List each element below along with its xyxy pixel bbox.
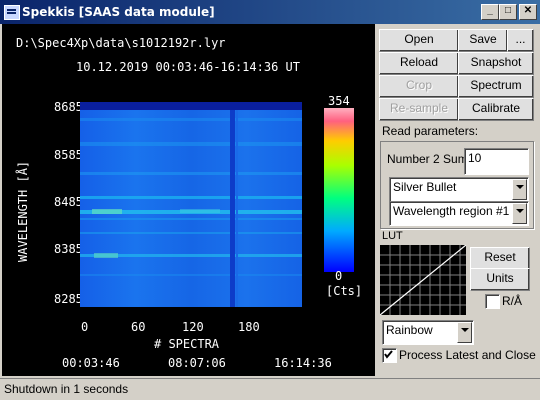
process-latest-label: Process Latest and Close <box>399 348 536 362</box>
calibrate-button[interactable]: Calibrate <box>458 98 534 121</box>
spectrogram-image[interactable] <box>80 102 302 307</box>
save-options-button[interactable]: ... <box>507 29 534 52</box>
colormap-select[interactable]: Rainbow <box>382 320 474 345</box>
spectrum-button[interactable]: Spectrum <box>458 75 534 98</box>
close-button[interactable]: ✕ <box>519 4 537 20</box>
y-tick-label: 8285 <box>54 292 83 306</box>
y-tick-label: 8685 <box>54 100 83 114</box>
target-select-value: Silver Bullet <box>393 180 457 194</box>
colorbar-unit: [Cts] <box>326 284 363 298</box>
file-path: D:\Spec4Xp\data\s1012192r.lyr <box>16 36 226 50</box>
save-button[interactable]: Save <box>458 29 508 52</box>
reload-button[interactable]: Reload <box>379 52 459 75</box>
lut-curve[interactable] <box>380 245 466 315</box>
time-tick-label: 16:14:36 <box>274 356 332 370</box>
chevron-down-icon[interactable] <box>512 203 527 224</box>
target-select[interactable]: Silver Bullet <box>389 177 529 202</box>
y-axis-label: WAVELENGTH [Å] <box>16 160 30 262</box>
window-title: Spekkis [SAAS data module] <box>22 5 215 19</box>
number2sum-input[interactable]: 10 <box>464 148 529 175</box>
number2sum-label: Number 2 Sum <box>387 152 468 166</box>
ra-label: R/Å <box>502 294 523 308</box>
time-tick-label: 08:07:06 <box>168 356 226 370</box>
status-bar: Shutdown in 1 seconds <box>0 378 540 400</box>
y-tick-label: 8485 <box>54 195 83 209</box>
time-range: 10.12.2019 00:03:46-16:14:36 UT <box>76 60 300 74</box>
lut-units-button[interactable]: Units <box>470 268 530 291</box>
snapshot-button[interactable]: Snapshot <box>458 52 534 75</box>
checkmark-icon <box>384 350 393 359</box>
lut-heading: LUT <box>382 230 403 242</box>
colormap-select-value: Rainbow <box>386 323 433 337</box>
x-tick-label: 60 <box>131 320 146 334</box>
colorbar <box>324 108 354 272</box>
resample-button[interactable]: Re-sample <box>379 98 459 121</box>
open-button[interactable]: Open <box>379 29 459 52</box>
maximize-button[interactable]: □ <box>499 4 517 20</box>
x-tick-label: 120 <box>182 320 204 334</box>
region-select-value: Wavelength region #1 <box>393 204 510 218</box>
status-text: Shutdown in 1 seconds <box>4 382 129 396</box>
x-axis-label: # SPECTRA <box>154 337 220 351</box>
colorbar-min: 0 <box>335 269 343 283</box>
lut-reset-button[interactable]: Reset <box>470 247 530 270</box>
ra-checkbox[interactable] <box>485 294 500 309</box>
read-params-heading: Read parameters: <box>382 124 479 138</box>
colorbar-max: 354 <box>328 94 350 108</box>
time-tick-label: 00:03:46 <box>62 356 120 370</box>
process-latest-checkbox[interactable] <box>382 348 397 363</box>
y-tick-label: 8585 <box>54 148 83 162</box>
chevron-down-icon[interactable] <box>512 179 527 200</box>
x-tick-label: 0 <box>81 320 89 334</box>
app-icon <box>4 5 20 20</box>
crop-button[interactable]: Crop <box>379 75 459 98</box>
y-tick-label: 8385 <box>54 242 83 256</box>
chevron-down-icon[interactable] <box>457 322 472 343</box>
minimize-button[interactable]: _ <box>481 4 499 20</box>
spectrogram-panel: D:\Spec4Xp\data\s1012192r.lyr 10.12.2019… <box>2 24 375 376</box>
title-bar: Spekkis [SAAS data module] _ □ ✕ <box>0 0 540 24</box>
region-select[interactable]: Wavelength region #1 <box>389 201 529 226</box>
x-tick-label: 180 <box>238 320 260 334</box>
